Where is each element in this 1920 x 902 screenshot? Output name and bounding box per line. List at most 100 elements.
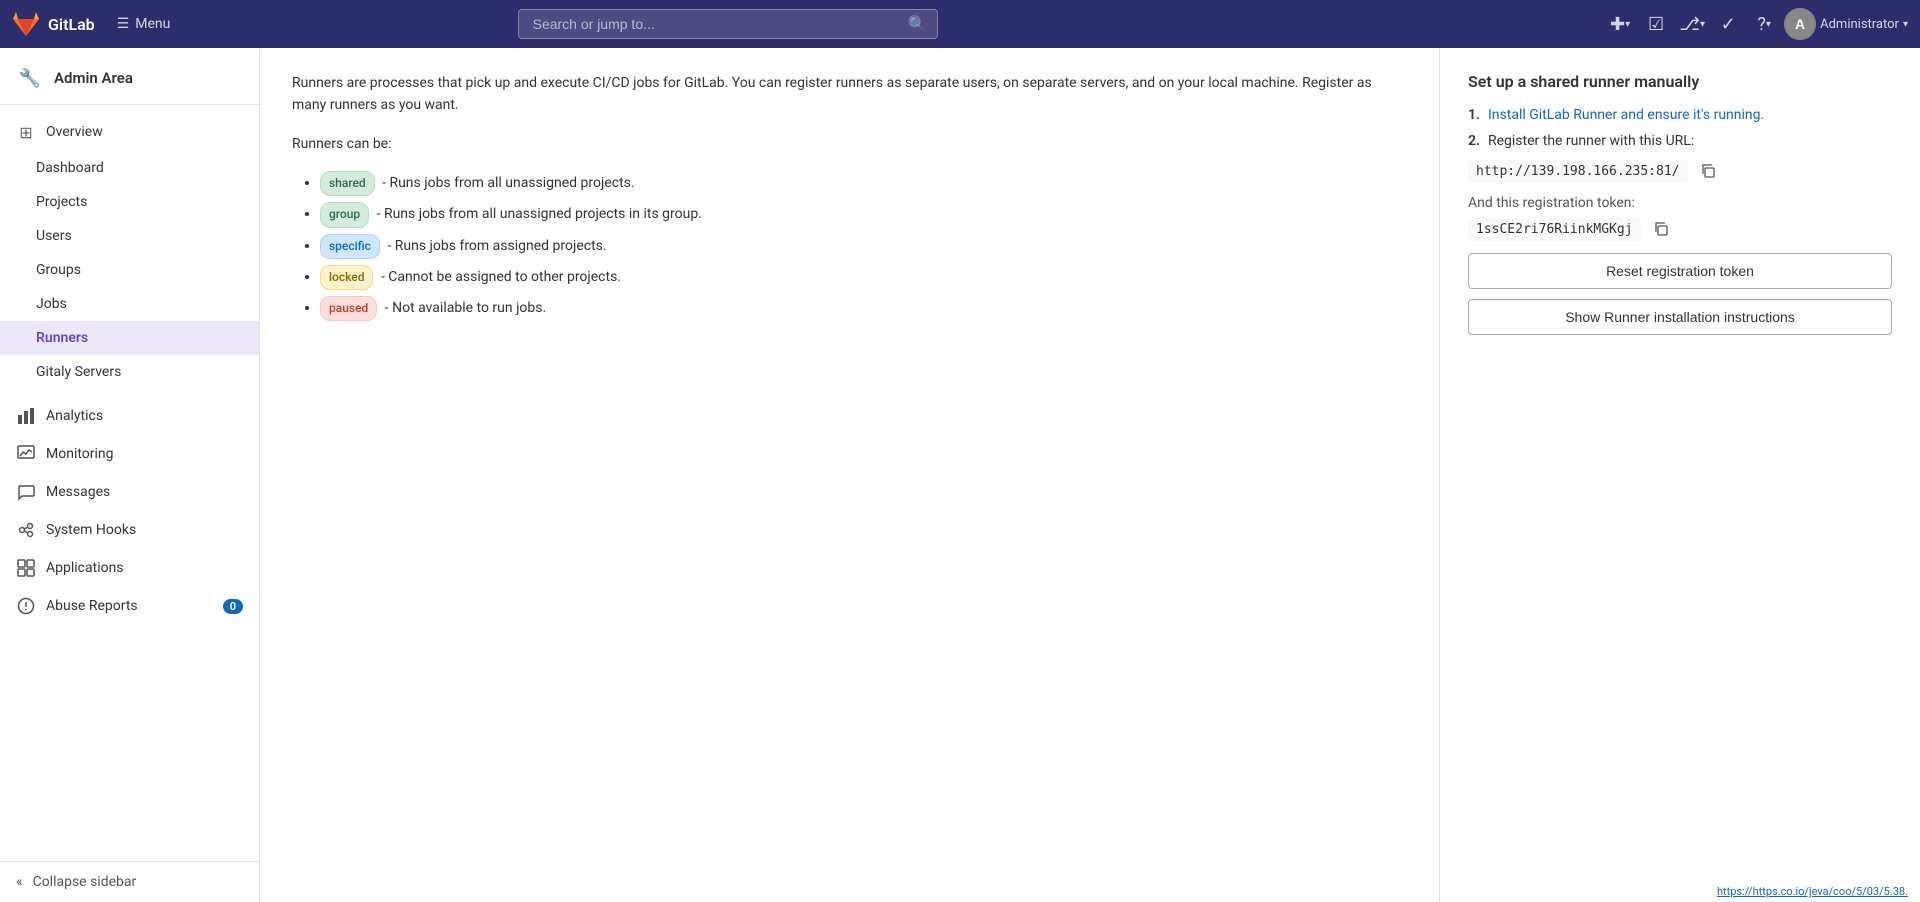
list-item: group - Runs jobs from all unassigned pr…: [320, 202, 1407, 227]
sidebar: 🔧 Admin Area ⊞ Overview Dashboard Projec…: [0, 48, 260, 902]
applications-icon: [16, 558, 36, 578]
issues-icon: ✓: [1721, 14, 1736, 35]
copy-token-button[interactable]: [1649, 217, 1673, 241]
user-menu[interactable]: A Administrator ▾: [1784, 8, 1908, 40]
sidebar-admin-header: 🔧 Admin Area: [0, 48, 259, 105]
runner-types-list: shared - Runs jobs from all unassigned p…: [292, 171, 1407, 321]
user-dropdown-icon: ▾: [1903, 19, 1908, 30]
sidebar-item-users[interactable]: Users: [0, 219, 259, 253]
step-1-link[interactable]: Install GitLab Runner and ensure it's ru…: [1488, 107, 1764, 123]
sidebar-item-monitoring[interactable]: Monitoring: [0, 435, 259, 473]
status-bar[interactable]: https://https.co.io/jeva/coo/5/03/5.38.: [1705, 881, 1920, 902]
status-link[interactable]: https://https.co.io/jeva/coo/5/03/5.38.: [1717, 885, 1908, 898]
abuse-reports-label: Abuse Reports: [46, 598, 138, 614]
system-hooks-icon: [16, 520, 36, 540]
app-layout: 🔧 Admin Area ⊞ Overview Dashboard Projec…: [0, 48, 1920, 902]
sidebar-item-jobs[interactable]: Jobs: [0, 287, 259, 321]
step-2-text: Register the runner with this URL:: [1488, 133, 1694, 149]
applications-label: Applications: [46, 560, 124, 576]
dropdown-arrow-icon: ▾: [1625, 19, 1630, 30]
overview-icon: ⊞: [16, 122, 36, 142]
system-hooks-label: System Hooks: [46, 522, 136, 538]
collapse-label: Collapse sidebar: [33, 874, 137, 890]
issues-button[interactable]: ✓: [1712, 8, 1744, 40]
collapse-sidebar-button[interactable]: « Collapse sidebar: [0, 861, 259, 902]
monitoring-icon: [16, 444, 36, 464]
analytics-icon: [16, 406, 36, 426]
svg-text:A: A: [1795, 16, 1805, 32]
merge-requests-button[interactable]: ⎇ ▾: [1676, 8, 1708, 40]
sidebar-item-analytics[interactable]: Analytics: [0, 397, 259, 435]
show-runner-instructions-button[interactable]: Show Runner installation instructions: [1468, 299, 1892, 335]
token-value: 1ssCE2ri76RiinkMGKgj: [1468, 218, 1641, 241]
runner-url-row: http://139.198.166.235:81/: [1468, 159, 1892, 183]
paused-desc: - Not available to run jobs.: [385, 300, 546, 316]
sidebar-item-system-hooks[interactable]: System Hooks: [0, 511, 259, 549]
copy-icon: [1700, 163, 1716, 179]
setup-title: Set up a shared runner manually: [1468, 72, 1892, 91]
projects-label: Projects: [36, 194, 87, 210]
group-tag: group: [320, 202, 369, 227]
sidebar-item-dashboard[interactable]: Dashboard: [0, 151, 259, 185]
dashboard-label: Dashboard: [36, 160, 104, 176]
topnav-actions: ✚ ▾ ☑ ⎇ ▾ ✓ ? ▾ A Administrator ▾: [1604, 8, 1908, 40]
avatar: A: [1784, 8, 1816, 40]
runner-url: http://139.198.166.235:81/: [1468, 160, 1688, 183]
step-1-num: 1.: [1468, 107, 1480, 123]
wrench-icon: 🔧: [16, 64, 44, 92]
search-icon: 🔍: [908, 15, 928, 34]
specific-desc: - Runs jobs from assigned projects.: [387, 238, 606, 254]
overview-section: ⊞ Overview Dashboard Projects Users Grou…: [0, 105, 259, 397]
content-area: Runners are processes that pick up and e…: [260, 48, 1920, 902]
sidebar-item-runners[interactable]: Runners: [0, 321, 259, 355]
reset-registration-token-button[interactable]: Reset registration token: [1468, 253, 1892, 289]
todo-icon: ☑: [1648, 14, 1664, 35]
create-new-button[interactable]: ✚ ▾: [1604, 8, 1636, 40]
list-item: locked - Cannot be assigned to other pro…: [320, 265, 1407, 290]
hamburger-icon: ☰: [117, 16, 130, 32]
overview-label: Overview: [46, 124, 103, 140]
sidebar-item-applications[interactable]: Applications: [0, 549, 259, 587]
collapse-icon: «: [16, 874, 23, 890]
sidebar-item-groups[interactable]: Groups: [0, 253, 259, 287]
menu-label: Menu: [135, 16, 170, 32]
gitlab-title: GitLab: [48, 15, 95, 34]
sidebar-item-abuse-reports[interactable]: Abuse Reports 0: [0, 587, 259, 625]
user-label: Administrator: [1820, 17, 1899, 32]
copy-url-button[interactable]: [1696, 159, 1720, 183]
runners-can-be-label: Runners can be:: [292, 133, 1407, 155]
search-input[interactable]: [518, 9, 938, 39]
sidebar-item-gitaly-servers[interactable]: Gitaly Servers: [0, 355, 259, 389]
group-desc: - Runs jobs from all unassigned projects…: [377, 206, 702, 222]
dropdown-arrow-icon2: ▾: [1700, 19, 1705, 30]
sidebar-item-messages[interactable]: Messages: [0, 473, 259, 511]
menu-button[interactable]: ☰ Menu: [107, 12, 181, 36]
messages-label: Messages: [46, 484, 110, 500]
list-item: shared - Runs jobs from all unassigned p…: [320, 171, 1407, 196]
sidebar-item-projects[interactable]: Projects: [0, 185, 259, 219]
question-icon: ?: [1757, 14, 1766, 35]
to-do-button[interactable]: ☑: [1640, 8, 1672, 40]
plus-icon: ✚: [1610, 14, 1625, 35]
admin-area-title: Admin Area: [54, 69, 133, 87]
monitoring-label: Monitoring: [46, 446, 114, 462]
analytics-label: Analytics: [46, 408, 103, 424]
top-navigation: GitLab ☰ Menu 🔍 ✚ ▾ ☑ ⎇ ▾ ✓ ? ▾: [0, 0, 1920, 48]
list-item: paused - Not available to run jobs.: [320, 296, 1407, 321]
merge-request-icon: ⎇: [1679, 14, 1700, 35]
install-runner-link[interactable]: Install GitLab Runner and ensure it's ru…: [1488, 107, 1764, 123]
list-item: specific - Runs jobs from assigned proje…: [320, 234, 1407, 259]
help-button[interactable]: ? ▾: [1748, 8, 1780, 40]
global-search: 🔍: [518, 9, 938, 39]
help-dropdown-icon: ▾: [1766, 19, 1771, 30]
specific-tag: specific: [320, 234, 380, 259]
locked-tag: locked: [320, 265, 373, 290]
users-label: Users: [36, 228, 72, 244]
abuse-reports-badge: 0: [223, 599, 243, 614]
setup-panel: Set up a shared runner manually 1. Insta…: [1440, 48, 1920, 902]
token-label: And this registration token:: [1468, 195, 1892, 211]
sidebar-item-overview[interactable]: ⊞ Overview: [0, 113, 259, 151]
groups-label: Groups: [36, 262, 81, 278]
setup-step-2: 2. Register the runner with this URL:: [1468, 133, 1892, 149]
gitlab-logo-area[interactable]: GitLab: [12, 10, 95, 38]
